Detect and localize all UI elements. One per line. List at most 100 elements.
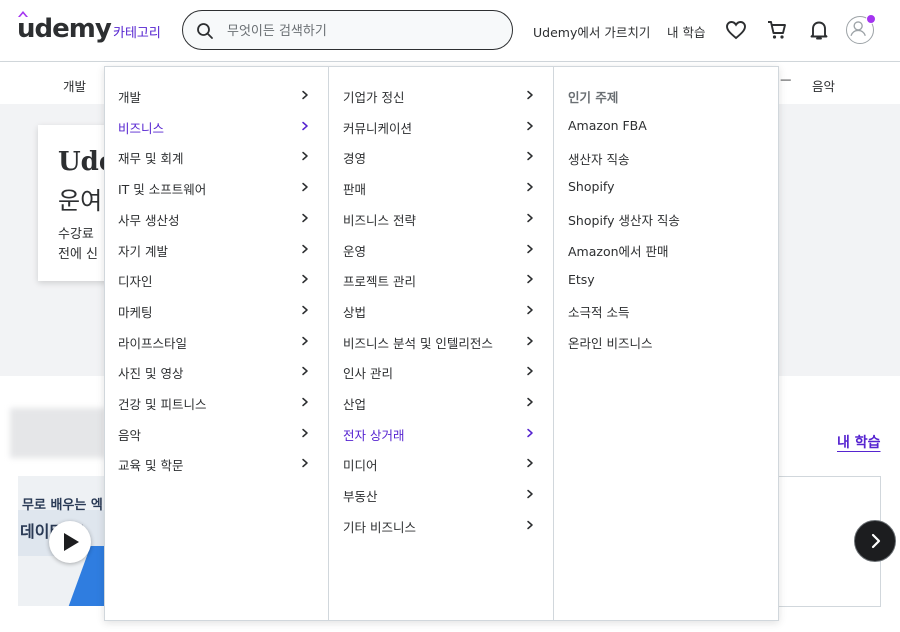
menu-item[interactable]: 기타 비즈니스 (329, 510, 553, 540)
menu-item[interactable]: 미디어 (329, 448, 553, 478)
chevron-right-icon (302, 367, 308, 376)
menu-item-label: 음악 (118, 427, 142, 443)
notification-bell-icon[interactable] (808, 19, 830, 41)
menu-item-label: IT 및 소프트웨어 (118, 182, 207, 198)
menu-item[interactable]: 비즈니스 (105, 111, 328, 141)
menu-item[interactable]: 라이프스타일 (105, 326, 328, 356)
menu-item-label: 비즈니스 분석 및 인텔리전스 (343, 335, 493, 351)
menu-item-label: 프로젝트 관리 (343, 274, 416, 290)
menu-item-label: 사진 및 영상 (118, 366, 184, 382)
chevron-right-icon (302, 274, 308, 284)
search-bar[interactable] (182, 10, 513, 50)
menu-item-label: 디자인 (118, 274, 153, 290)
menu-column-subcategories: 기업가 정신커뮤니케이션경영판매 비즈니스 전략 운영프로젝트 관리상법비즈니스 분… (329, 67, 554, 620)
menu-item[interactable]: 기업가 정신 (329, 80, 553, 110)
menu-item[interactable]: 경영 (329, 141, 553, 171)
menu-item[interactable]: Shopify 생산자 직송 (554, 203, 778, 233)
categories-menu-button[interactable]: 카테고리 (113, 22, 161, 41)
menu-item[interactable]: 운영 (329, 234, 553, 264)
teach-on-udemy-link[interactable]: Udemy에서 가르치기 (533, 22, 650, 41)
menu-item[interactable]: 전자 상거래 (329, 418, 553, 448)
menu-item[interactable]: 인사 관리 (329, 356, 553, 386)
chevron-right-icon (527, 182, 533, 192)
menu-item-label: Etsy (568, 271, 595, 287)
menu-item[interactable]: 비즈니스 전략 (329, 203, 553, 233)
menu-item-label: Shopify (568, 179, 615, 195)
menu-item[interactable]: 생산자 직송 (554, 142, 778, 172)
top-header: udemy 카테고리 Udemy에서 가르치기 내 학습 (0, 0, 900, 62)
chevron-right-icon (527, 305, 533, 315)
menu-item[interactable]: 자기 계발 (105, 234, 328, 264)
chevron-right-icon (302, 152, 308, 161)
search-icon[interactable] (196, 22, 214, 40)
menu-item-label: 사무 생산성 (118, 212, 180, 228)
logo-cap-icon (18, 11, 28, 17)
my-learning-section-link[interactable]: 내 학습 (837, 432, 881, 452)
menu-item-label: 산업 (343, 397, 367, 412)
my-learning-link[interactable]: 내 학습 (667, 22, 705, 41)
chevron-right-icon (302, 305, 308, 315)
menu-item-label: 생산자 직송 (568, 151, 630, 167)
thumbnail-text: 무로 배우는 엑 (22, 498, 103, 513)
menu-item[interactable]: IT 및 소프트웨어 (105, 172, 328, 202)
menu-column-popular-topics: 인기 주제 Amazon FBA 생산자 직송 Shopify Shopify 생산자… (554, 67, 778, 620)
user-avatar[interactable] (846, 14, 876, 44)
menu-item[interactable]: 디자인 (105, 264, 328, 294)
menu-item-label: 커뮤니케이션 (343, 120, 413, 136)
menu-item[interactable]: 상법 (329, 295, 553, 325)
chevron-right-icon (527, 274, 533, 284)
menu-item[interactable]: 커뮤니케이션 (329, 111, 553, 141)
menu-item[interactable]: 온라인 비즈니스 (554, 326, 778, 356)
chevron-right-icon (302, 213, 308, 223)
menu-item[interactable]: 판매 (329, 172, 553, 202)
menu-item[interactable]: 사무 생산성 (105, 203, 328, 233)
menu-item[interactable]: 교육 및 학문 (105, 448, 328, 478)
menu-item-label: 재무 및 회계 (118, 151, 184, 167)
menu-item-label: 라이프스타일 (118, 335, 188, 351)
cart-icon[interactable] (766, 19, 788, 41)
subnav-item-music[interactable]: 음악 (812, 76, 835, 95)
chevron-right-icon (527, 90, 533, 100)
subnav-item-partial[interactable]: ㅡ (780, 70, 792, 89)
chevron-right-icon (302, 90, 308, 100)
menu-item[interactable]: Amazon에서 판매 (554, 234, 778, 264)
menu-item[interactable]: 재무 및 회계 (105, 141, 328, 171)
hero-text: 전에 신 (58, 247, 99, 262)
chevron-right-icon (302, 121, 308, 130)
chevron-right-icon (302, 397, 308, 407)
menu-item[interactable]: 프로젝트 관리 (329, 264, 553, 294)
popular-topics-heading: 인기 주제 (568, 90, 619, 105)
menu-item-label: 온라인 비즈니스 (568, 335, 653, 351)
menu-item-label: Shopify 생산자 직송 (568, 213, 680, 229)
menu-item[interactable]: 건강 및 피트니스 (105, 387, 328, 417)
chevron-right-icon (527, 152, 533, 161)
menu-item[interactable]: 개발 (105, 80, 328, 110)
menu-item[interactable]: 마케팅 (105, 295, 328, 325)
carousel-next-button[interactable] (854, 520, 896, 562)
menu-item[interactable]: 음악 (105, 418, 328, 448)
menu-item-label: 마케팅 (118, 304, 153, 320)
menu-item[interactable]: 비즈니스 분석 및 인텔리전스 (329, 326, 553, 356)
udemy-logo[interactable]: udemy (17, 11, 112, 44)
menu-item[interactable]: 소극적 소득 (554, 295, 778, 325)
menu-item-label: 비즈니스 (118, 120, 165, 136)
chevron-right-icon (302, 428, 308, 437)
menu-item-label: 경영 (343, 151, 367, 167)
wishlist-heart-icon[interactable] (725, 19, 747, 41)
menu-item[interactable]: 사진 및 영상 (105, 356, 328, 386)
chevron-right-icon (527, 244, 533, 253)
menu-item[interactable]: Amazon FBA (554, 111, 778, 141)
menu-item[interactable]: 산업 (329, 387, 553, 417)
menu-item[interactable]: 부동산 (329, 479, 553, 509)
subnav-item-development[interactable]: 개발 (63, 76, 86, 95)
play-button[interactable] (49, 521, 91, 563)
menu-item[interactable]: Etsy (554, 265, 778, 295)
menu-item-label: 상법 (343, 304, 367, 320)
search-input[interactable] (227, 20, 497, 42)
menu-item[interactable]: Shopify (554, 172, 778, 202)
chevron-right-icon (302, 459, 308, 468)
chevron-right-icon (527, 459, 533, 468)
menu-item-label: 미디어 (343, 458, 378, 474)
menu-item-label: 소극적 소득 (568, 305, 630, 321)
menu-item-label: Amazon FBA (568, 118, 647, 133)
